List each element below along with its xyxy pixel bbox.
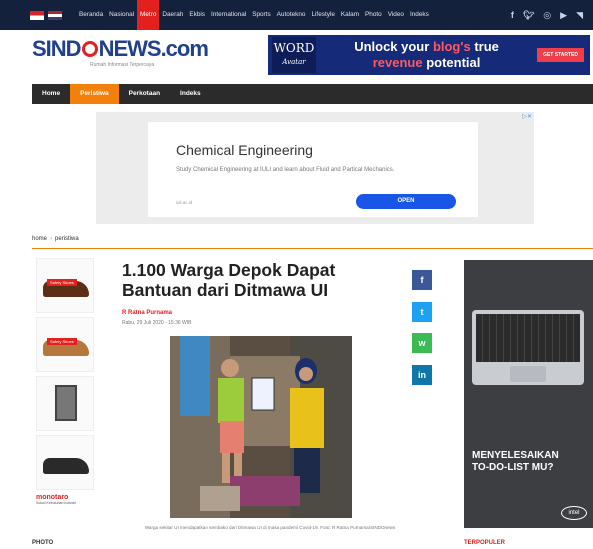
photo-illustration	[170, 336, 352, 518]
product-ad-item[interactable]	[36, 376, 94, 431]
nav-link-lifestyle[interactable]: Lifestyle	[308, 0, 337, 30]
product-brand[interactable]: monotaro Solusi Kebutuhan Industri	[36, 494, 96, 505]
breadcrumb: home › peristiwa	[32, 236, 79, 242]
section-tab-peristiwa[interactable]: Peristiwa	[70, 84, 119, 104]
nav-link-metro[interactable]: Metro	[137, 0, 160, 30]
nav-link-beranda[interactable]: Beranda	[76, 0, 106, 30]
nav-link-nasional[interactable]: Nasional	[106, 0, 137, 30]
product-ad-item[interactable]: Safety Shoes	[36, 258, 94, 313]
article-headline: 1.100 Warga Depok Dapat Bantuan dari Dit…	[122, 260, 336, 300]
banner-logo: WORD Avatar	[272, 37, 316, 73]
sidebar-ad[interactable]: MENYELESAIKAN TO-DO-LIST MU? intel	[464, 260, 593, 528]
share-whatsapp-button[interactable]: w	[412, 333, 432, 353]
breadcrumb-separator: ›	[50, 236, 53, 242]
nav-link-daerah[interactable]: Daerah	[159, 0, 186, 30]
photo-caption: Warga sekitar UI mendapatkan sembako dar…	[144, 525, 396, 530]
nav-link-sports[interactable]: Sports	[249, 0, 273, 30]
nav-link-photo[interactable]: Photo	[362, 0, 385, 30]
product-ad-item[interactable]: Safety Shoes	[36, 317, 94, 372]
banner-text: Unlock your blog's true revenue potentia…	[354, 39, 499, 70]
english-flag-icon[interactable]	[48, 10, 62, 20]
ad-card[interactable]: Chemical Engineering Study Chemical Engi…	[148, 122, 478, 217]
banner-get-started-button[interactable]: GET STARTED	[537, 48, 584, 62]
article-photo[interactable]	[170, 336, 352, 518]
product-ad-column: Safety Shoes Safety Shoes monotaro Solus…	[36, 258, 96, 505]
social-links: f 🐦︎ ◎ ▶ ◥	[511, 10, 583, 21]
youtube-icon[interactable]: ▶	[560, 10, 567, 21]
product-tag: Safety Shoes	[47, 338, 77, 345]
ad-title[interactable]: Chemical Engineering	[176, 142, 313, 158]
logo-globe-icon	[81, 41, 98, 57]
intel-logo: intel	[561, 506, 587, 520]
nav-link-autotekno[interactable]: Autotekno	[274, 0, 309, 30]
article-date: Rabu, 29 Juli 2020 - 15:36 WIB	[122, 320, 192, 326]
rss-icon[interactable]: ◥	[576, 10, 583, 21]
top-banner-ad[interactable]: WORD Avatar Unlock your blog's true reven…	[268, 35, 590, 75]
nav-link-ekbis[interactable]: Ekbis	[186, 0, 208, 30]
section-navbar: Home Peristiwa Perkotaan Indeks	[32, 84, 593, 104]
top-nav-links: Beranda Nasional Metro Daerah Ekbis Internati…	[76, 0, 432, 30]
share-facebook-button[interactable]: f	[412, 270, 432, 290]
sponsored-ad: ▷✕ Chemical Engineering Study Chemical E…	[96, 112, 534, 224]
indonesia-flag-icon[interactable]	[30, 10, 44, 20]
nav-link-indeks[interactable]: Indeks	[407, 0, 432, 30]
toolbox-image	[55, 385, 77, 421]
product-ad-item[interactable]	[36, 435, 94, 490]
twitter-icon[interactable]: 🐦︎	[523, 10, 534, 21]
ad-url: iuli.ac.id	[176, 200, 193, 205]
facebook-icon[interactable]: f	[511, 10, 514, 20]
section-tab-home[interactable]: Home	[32, 84, 70, 104]
site-tagline: Rumah Informasi Terpercaya	[90, 62, 155, 68]
ad-open-button[interactable]: OPEN	[356, 194, 456, 209]
laptop-image	[472, 310, 584, 385]
ad-choices-icon[interactable]: ▷✕	[522, 113, 532, 120]
boot-image	[43, 458, 89, 474]
section-label-photo[interactable]: PHOTO	[32, 540, 53, 546]
site-logo[interactable]: SIND NEWS.com	[32, 36, 209, 62]
share-twitter-button[interactable]: t	[412, 302, 432, 322]
top-navbar: Beranda Nasional Metro Daerah Ekbis Internati…	[0, 0, 593, 30]
nav-link-international[interactable]: International	[208, 0, 249, 30]
section-tab-indeks[interactable]: Indeks	[170, 84, 211, 104]
divider	[32, 248, 593, 249]
breadcrumb-home[interactable]: home	[32, 236, 47, 242]
nav-link-video[interactable]: Video	[385, 0, 407, 30]
section-label-popular[interactable]: TERPOPULER	[464, 540, 505, 546]
product-tag: Safety Shoes	[47, 279, 77, 286]
language-flags	[30, 10, 62, 20]
article-author[interactable]: R Ratna Purnama	[122, 310, 172, 316]
section-tab-perkotaan[interactable]: Perkotaan	[119, 84, 170, 104]
instagram-icon[interactable]: ◎	[543, 10, 551, 21]
ad-description: Study Chemical Engineering at IULI and l…	[176, 167, 395, 173]
sidebar-ad-headline: MENYELESAIKAN TO-DO-LIST MU?	[472, 450, 559, 473]
share-linkedin-button[interactable]: in	[412, 365, 432, 385]
nav-link-kalam[interactable]: Kalam	[338, 0, 362, 30]
breadcrumb-section[interactable]: peristiwa	[55, 236, 79, 242]
